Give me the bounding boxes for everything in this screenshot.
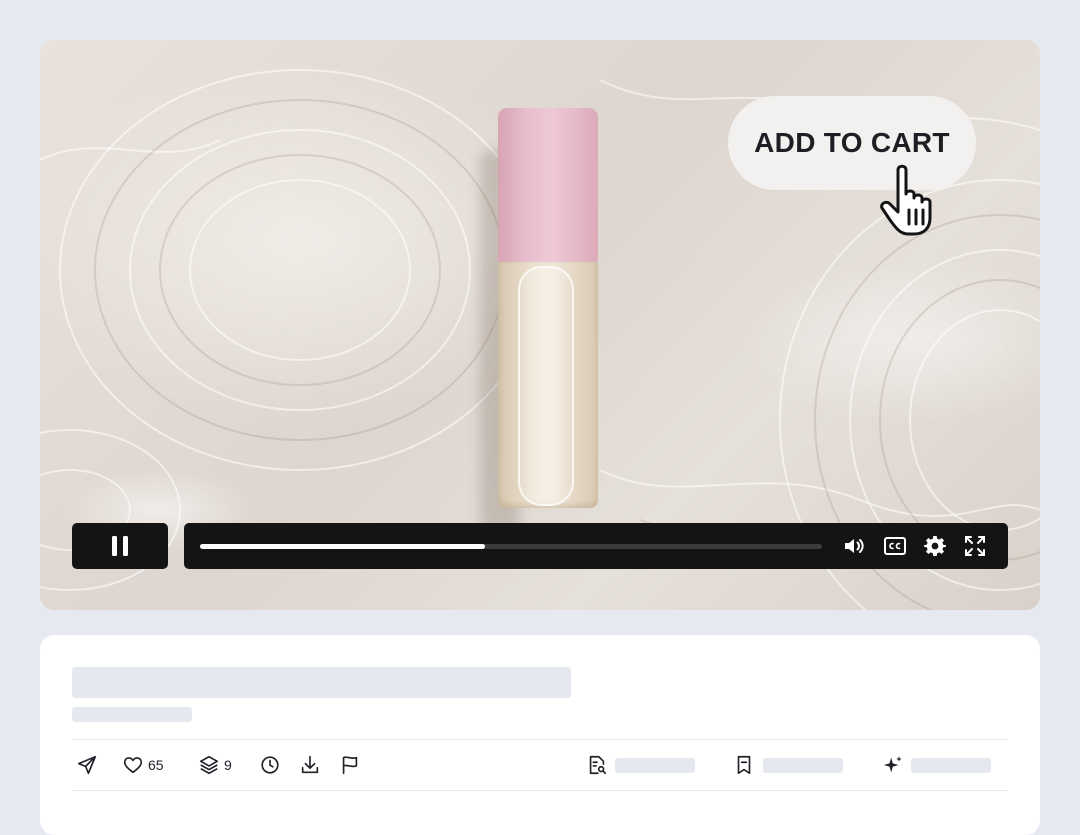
hand-pointer-cursor-icon: [880, 164, 932, 236]
layers-count: 9: [224, 757, 232, 773]
pause-button[interactable]: [72, 523, 168, 569]
ai-summary-button[interactable]: [882, 753, 904, 777]
lip-gloss-cap: [498, 108, 598, 262]
closed-captions-icon[interactable]: [883, 534, 907, 558]
clock-icon: [261, 756, 279, 774]
save-label-skeleton: [763, 758, 843, 773]
bookmark-icon: [737, 755, 751, 775]
like-count: 65: [148, 757, 164, 773]
divider-bottom: [72, 790, 1008, 791]
add-to-cart-label: ADD TO CART: [754, 127, 950, 158]
transcript-button[interactable]: [586, 753, 608, 777]
ai-summary-label-skeleton: [911, 758, 991, 773]
heart-icon: [123, 757, 143, 774]
send-icon: [77, 755, 97, 775]
share-button[interactable]: [76, 753, 98, 777]
divider-top: [72, 739, 1008, 740]
report-button[interactable]: [339, 753, 361, 777]
volume-icon[interactable]: [842, 534, 866, 558]
video-control-bar: [184, 523, 1008, 569]
download-button[interactable]: [299, 753, 321, 777]
save-button[interactable]: [733, 753, 755, 777]
flag-icon: [342, 756, 358, 775]
transcript-label-skeleton: [615, 758, 695, 773]
fullscreen-icon[interactable]: [963, 534, 987, 558]
video-player[interactable]: ADD TO CART: [40, 40, 1040, 610]
progress-fill: [200, 544, 485, 549]
layers-button[interactable]: 9: [198, 753, 232, 777]
watch-later-button[interactable]: [259, 753, 281, 777]
like-button[interactable]: 65: [122, 753, 164, 777]
title-skeleton: [72, 667, 571, 698]
layers-icon: [199, 755, 219, 775]
gear-icon[interactable]: [923, 534, 947, 558]
lip-gloss-applicator: [518, 266, 574, 506]
pause-icon: [112, 536, 128, 556]
download-icon: [301, 755, 319, 774]
subtitle-skeleton: [72, 707, 192, 722]
video-details-card: 65 9: [40, 635, 1040, 835]
document-search-icon: [589, 755, 607, 775]
progress-track[interactable]: [200, 544, 822, 549]
sparkle-icon: [883, 756, 902, 773]
